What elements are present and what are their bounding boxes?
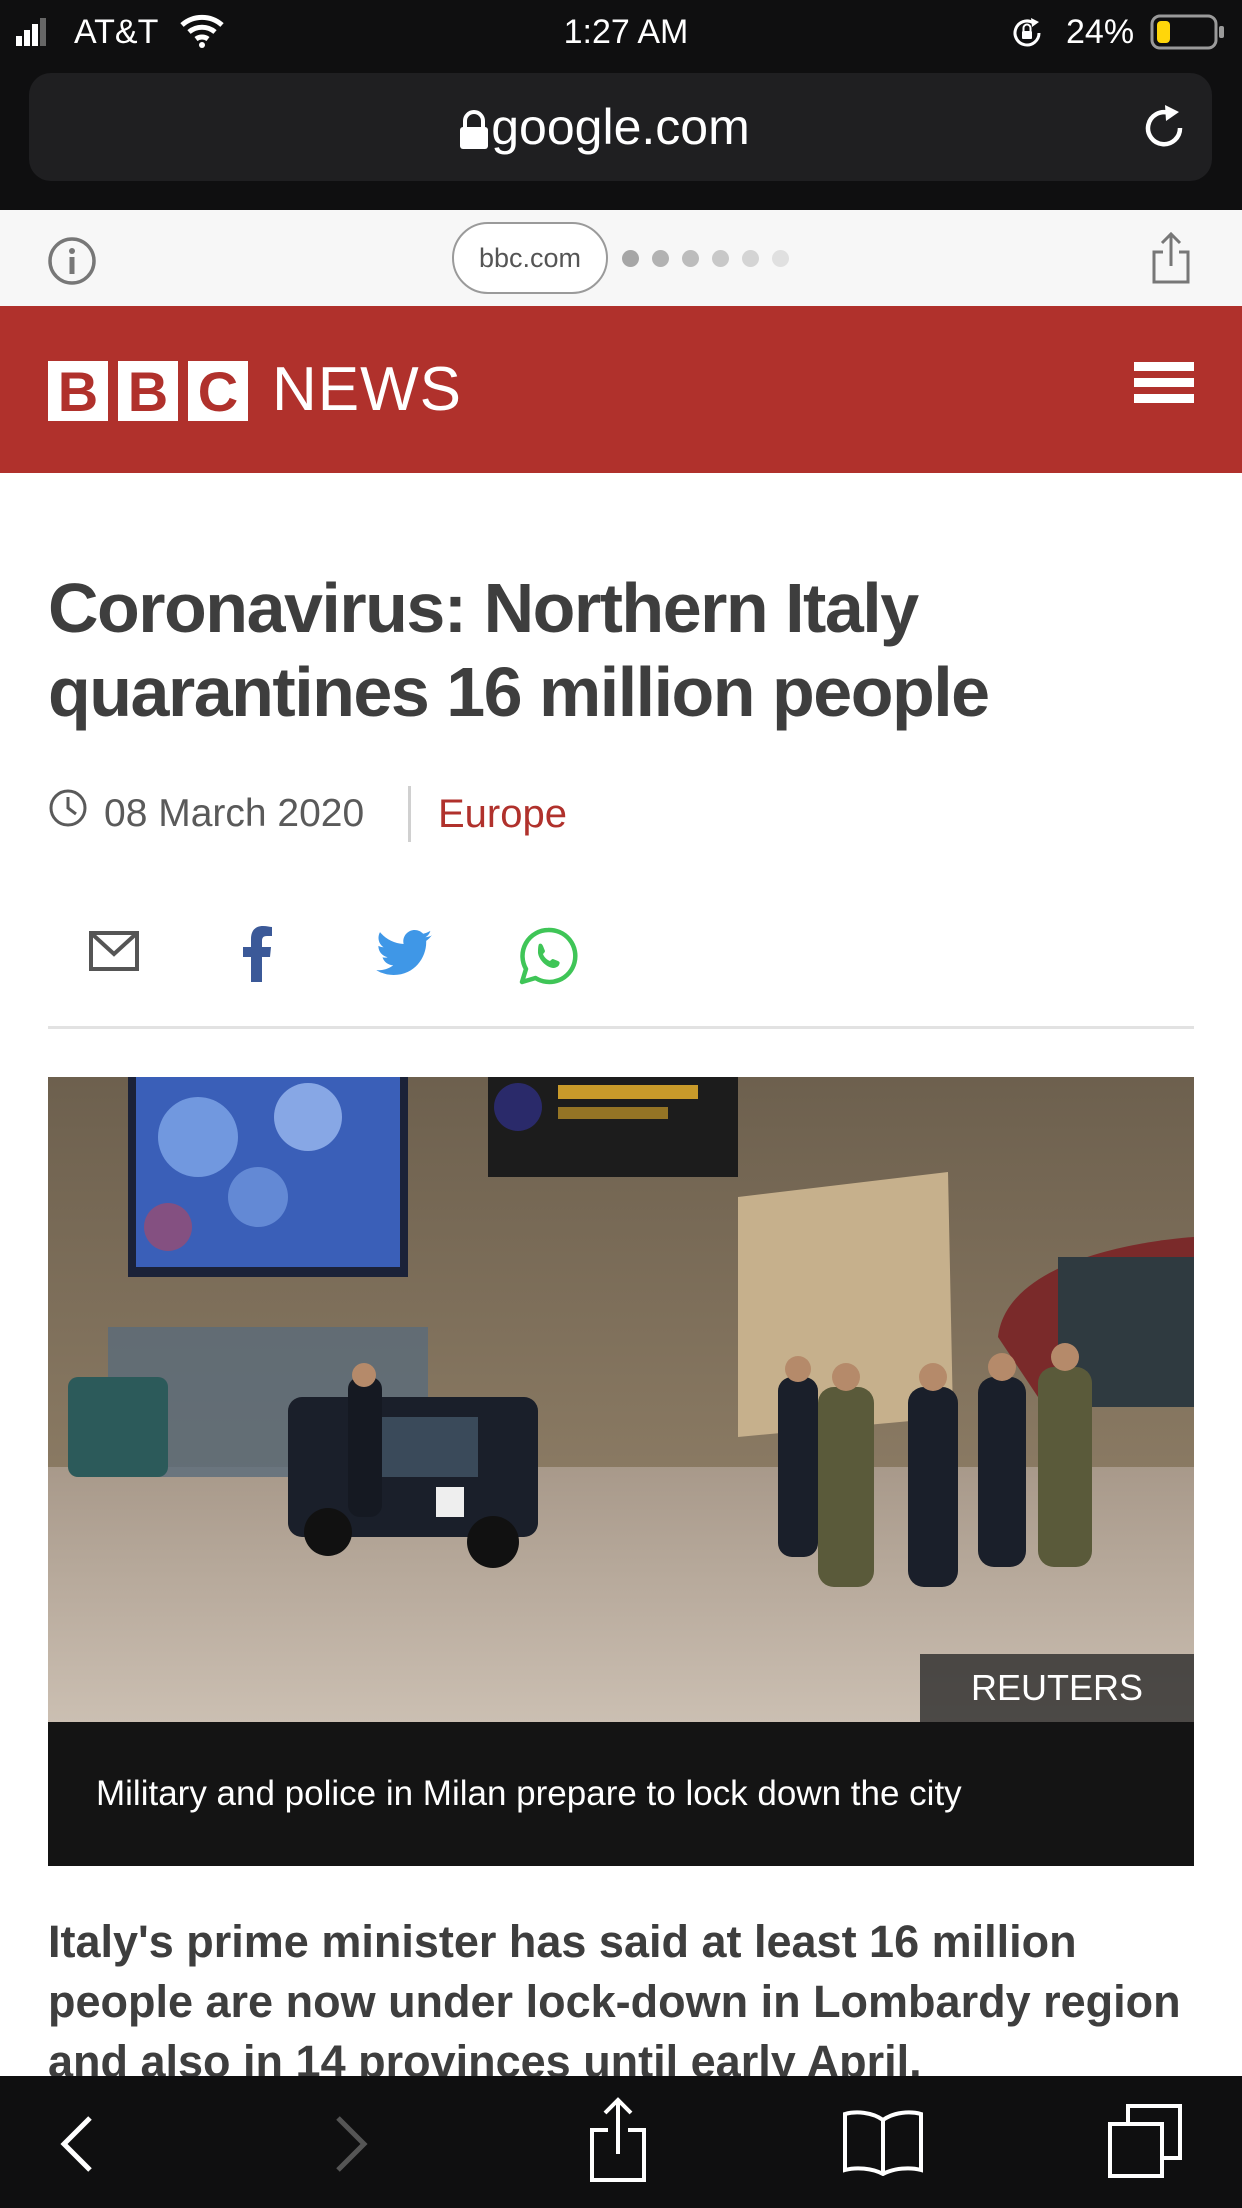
battery-icon	[1150, 14, 1224, 50]
clock: 1:27 AM	[563, 13, 689, 51]
hamburger-menu-icon[interactable]	[1124, 356, 1204, 422]
whatsapp-icon[interactable]	[518, 926, 578, 986]
page-indicator-dot	[682, 250, 699, 267]
orientation-lock-icon	[1013, 18, 1041, 47]
wifi-icon	[180, 14, 224, 48]
url-text[interactable]: google.com	[29, 73, 1212, 181]
battery-percent: 24%	[1066, 13, 1135, 51]
clock-icon	[49, 789, 87, 827]
share-icon[interactable]	[588, 2096, 648, 2184]
logo-news-word[interactable]: NEWS	[272, 358, 462, 422]
page-indicator-dot	[742, 250, 759, 267]
site-header: B B C NEWS	[0, 306, 1242, 473]
image-caption-box: Military and police in Milan prepare to …	[48, 1722, 1194, 1866]
logo-letter: C	[188, 361, 248, 423]
twitter-icon[interactable]	[376, 930, 432, 976]
share-divider	[48, 1026, 1194, 1029]
forward-icon[interactable]	[330, 2114, 370, 2174]
lock-icon	[460, 110, 488, 149]
reload-icon[interactable]	[1139, 103, 1189, 153]
image-caption: Military and police in Milan prepare to …	[96, 1774, 962, 1813]
email-icon[interactable]	[88, 930, 140, 972]
bbc-news-logo[interactable]: B B C	[48, 306, 266, 473]
image-credit: REUTERS	[920, 1654, 1194, 1722]
page-indicator-dot	[652, 250, 669, 267]
signal-icon	[16, 18, 46, 46]
share-icon[interactable]	[1150, 230, 1192, 286]
back-icon[interactable]	[58, 2114, 98, 2174]
article-date: 08 March 2020	[104, 792, 365, 835]
meta-divider	[408, 786, 411, 842]
section-link[interactable]: Europe	[438, 790, 567, 838]
amp-viewer-bar: bbc.com	[0, 210, 1242, 306]
facebook-icon[interactable]	[240, 926, 274, 982]
article-lede: Italy's prime minister has said at least…	[48, 1916, 1181, 2087]
page-indicator-dot	[772, 250, 789, 267]
status-bar: AT&T 1:27 AM 24%	[0, 0, 1242, 64]
tabs-icon[interactable]	[1106, 2102, 1184, 2180]
bookmarks-icon[interactable]	[842, 2108, 924, 2176]
page-indicator-dot	[622, 250, 639, 267]
address-bar[interactable]: google.com	[29, 73, 1212, 181]
logo-letter: B	[118, 361, 178, 423]
amp-domain-pill[interactable]: bbc.com	[452, 222, 608, 294]
logo-letter: B	[48, 361, 108, 423]
browser-toolbar	[0, 2076, 1242, 2208]
article-headline: Coronavirus: Northern Italy quarantines …	[48, 569, 990, 731]
browser-chrome: google.com	[0, 64, 1242, 210]
page-indicator-dot	[712, 250, 729, 267]
carrier-label: AT&T	[74, 13, 159, 51]
article-photo[interactable]: REUTERS	[48, 1077, 1194, 1722]
info-icon[interactable]	[47, 236, 97, 286]
photo-scene	[48, 1077, 1194, 1722]
